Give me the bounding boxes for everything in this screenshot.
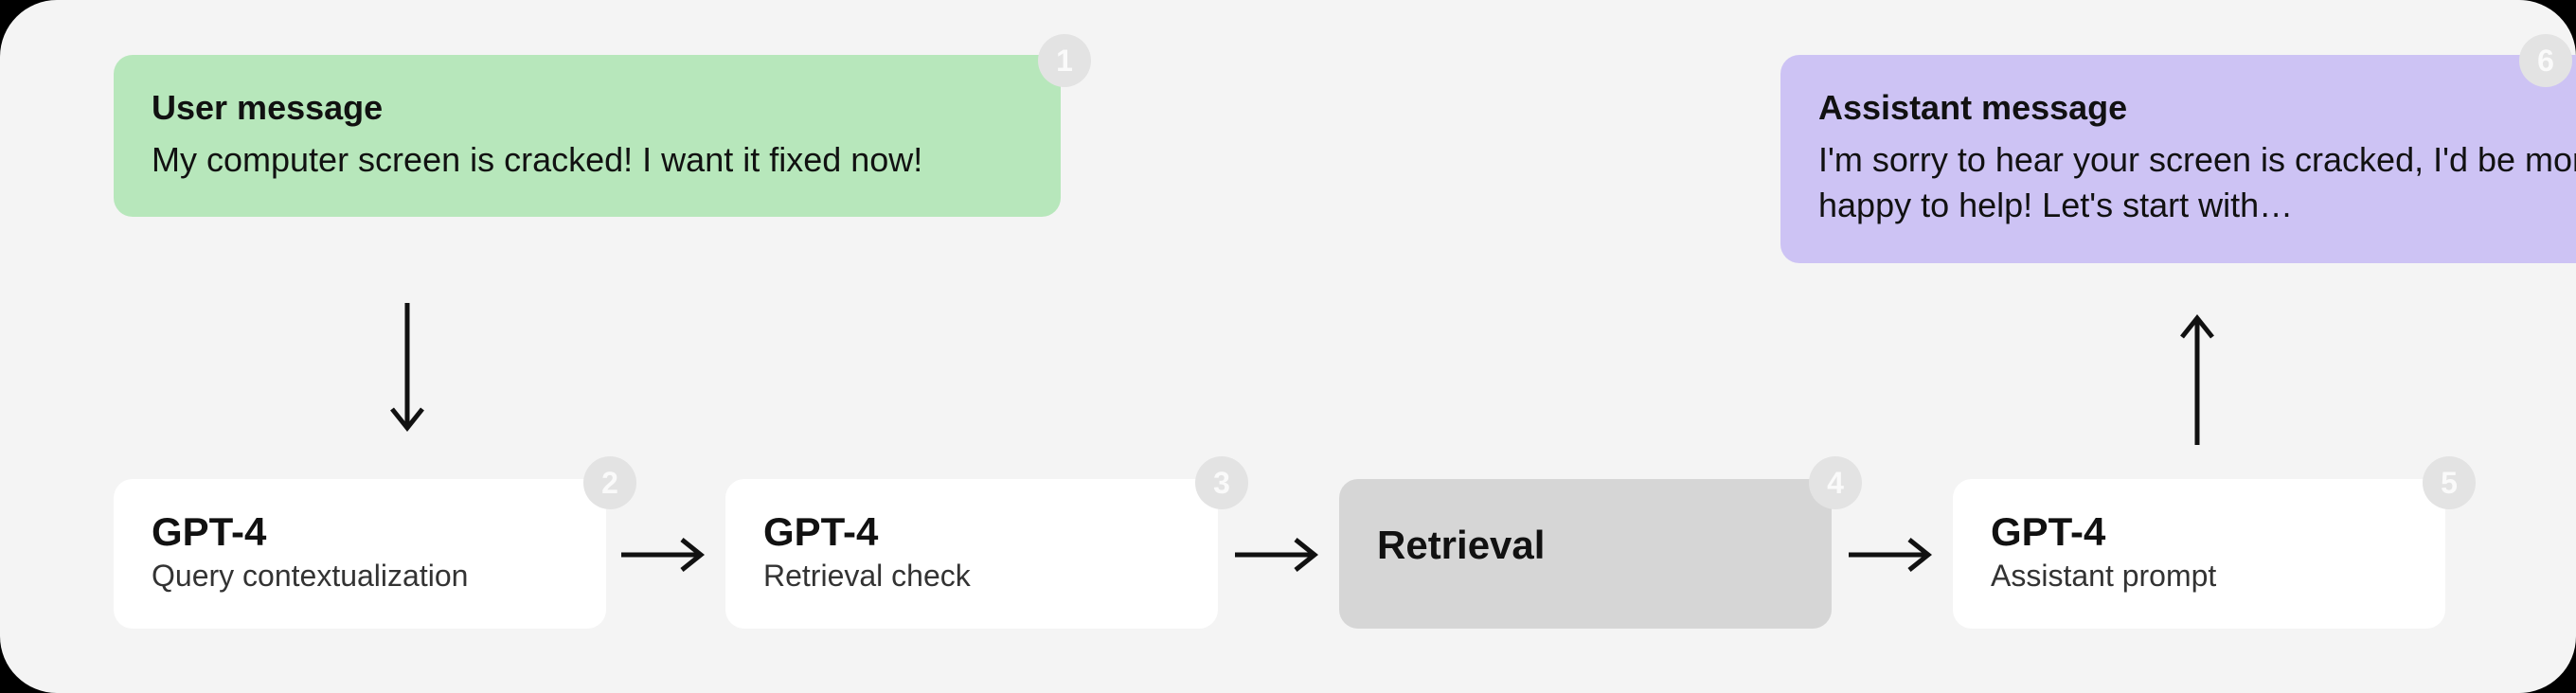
badge-4: 4 [1809, 456, 1862, 509]
badge-6-alt: 6 [2519, 34, 2572, 87]
user-message-title: User message [152, 85, 1023, 132]
step3-title: GPT-4 [763, 509, 1180, 555]
step-retrieval: Retrieval [1339, 479, 1832, 629]
step2-title: GPT-4 [152, 509, 568, 555]
assistant-message-title: Assistant message [1818, 85, 2576, 132]
arrow-up-icon [2169, 293, 2226, 454]
step-query-contextualization: GPT-4 Query contextualization [114, 479, 606, 629]
step2-sub: Query contextualization [152, 559, 568, 594]
badge-5: 5 [2423, 456, 2476, 509]
arrow-right-icon [1841, 526, 1945, 583]
badge-1: 1 [1038, 34, 1091, 87]
assistant-message-body: I'm sorry to hear your screen is cracked… [1818, 137, 2576, 229]
arrow-right-icon [1227, 526, 1332, 583]
arrow-down-icon [379, 293, 436, 454]
user-message-card: User message My computer screen is crack… [114, 55, 1061, 217]
step-assistant-prompt: GPT-4 Assistant prompt [1953, 479, 2445, 629]
arrow-right-icon [614, 526, 718, 583]
diagram-canvas: User message My computer screen is crack… [0, 0, 2576, 693]
step5-sub: Assistant prompt [1991, 559, 2407, 594]
badge-3: 3 [1195, 456, 1248, 509]
step-retrieval-check: GPT-4 Retrieval check [725, 479, 1218, 629]
assistant-message-card: Assistant message I'm sorry to hear your… [1780, 55, 2576, 263]
user-message-body: My computer screen is cracked! I want it… [152, 137, 1023, 184]
badge-2: 2 [583, 456, 636, 509]
step3-sub: Retrieval check [763, 559, 1180, 594]
step5-title: GPT-4 [1991, 509, 2407, 555]
step4-title: Retrieval [1377, 509, 1794, 568]
